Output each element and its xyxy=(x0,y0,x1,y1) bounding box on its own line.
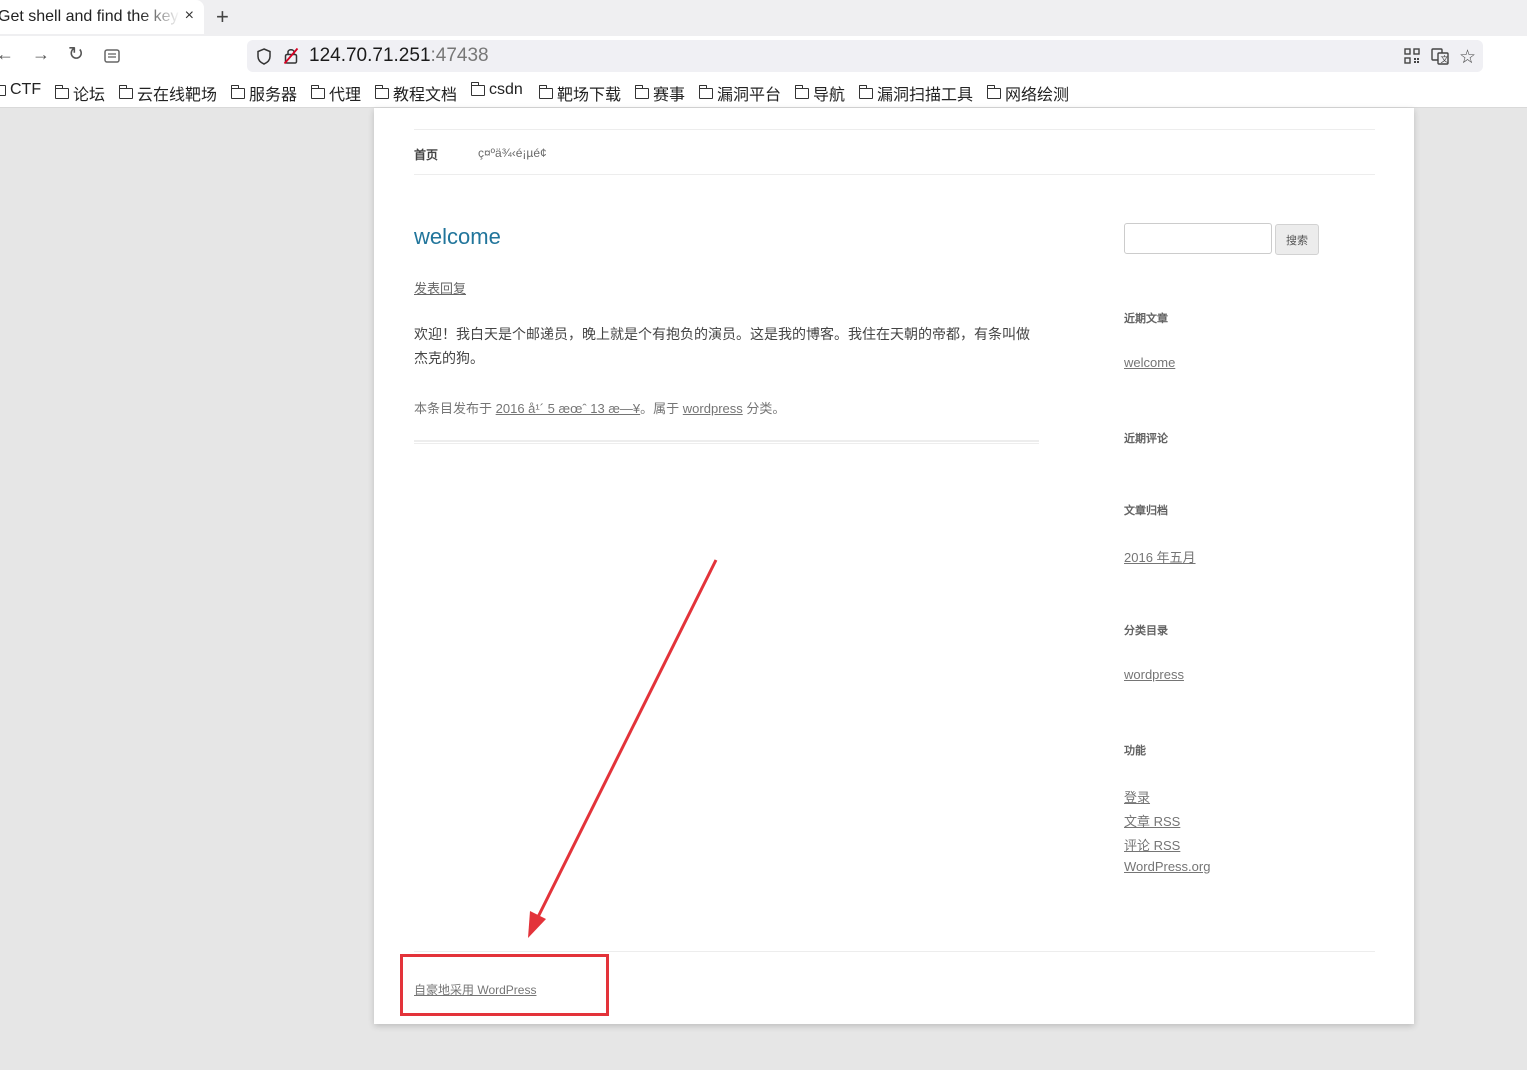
navigation-bar: ← → ↻ 124.70.71.251:47438 文 ☆ xyxy=(0,36,1527,76)
folder-icon xyxy=(470,81,485,96)
meta-prefix: 本条目发布于 xyxy=(414,401,493,416)
bookmarks-bar: CTF 论坛 云在线靶场 服务器 代理 教程文档 csdn 靶场下载 赛事 漏洞… xyxy=(0,76,1527,108)
folder-icon xyxy=(310,84,325,99)
menu-divider-bottom xyxy=(414,174,1375,175)
bookmark-star-icon[interactable]: ☆ xyxy=(1459,46,1476,69)
bookmark-folder[interactable]: 论坛 xyxy=(54,81,105,105)
recent-posts-title: 近期文章 xyxy=(1124,313,1168,325)
bookmark-folder[interactable]: 教程文档 xyxy=(374,81,457,105)
back-icon[interactable]: ← xyxy=(0,44,14,65)
menu-item-home[interactable]: 首页 xyxy=(414,146,438,163)
bookmark-folder[interactable]: CTF xyxy=(0,81,41,99)
categories-title: 分类目录 xyxy=(1124,625,1168,637)
recent-comments-title: 近期评论 xyxy=(1124,433,1168,445)
url-text[interactable]: 124.70.71.251:47438 xyxy=(309,45,489,67)
post-category-link[interactable]: wordpress xyxy=(683,401,743,416)
folder-icon xyxy=(858,84,873,99)
leave-reply-link[interactable]: 发表回复 xyxy=(414,278,466,297)
shield-icon[interactable] xyxy=(256,48,272,70)
folder-icon xyxy=(698,84,713,99)
bookmark-folder[interactable]: 漏洞平台 xyxy=(698,81,781,105)
search-button[interactable]: 搜索 xyxy=(1275,224,1319,255)
close-tab-icon[interactable]: × xyxy=(185,7,194,25)
bookmark-folder[interactable]: csdn xyxy=(470,81,523,99)
search-input[interactable] xyxy=(1124,223,1272,254)
folder-icon xyxy=(634,84,649,99)
bookmark-folder[interactable]: 服务器 xyxy=(230,81,297,105)
folder-icon xyxy=(54,84,69,99)
folder-icon xyxy=(0,84,6,96)
wordpress-org-link[interactable]: WordPress.org xyxy=(1124,859,1210,874)
browser-tab[interactable]: Get shell and find the key × xyxy=(0,0,204,34)
meta-widget-title: 功能 xyxy=(1124,745,1146,757)
post-title[interactable]: welcome xyxy=(414,224,501,250)
recent-post-link[interactable]: welcome xyxy=(1124,355,1175,370)
address-bar[interactable]: 124.70.71.251:47438 文 ☆ xyxy=(247,40,1483,72)
insecure-lock-icon[interactable] xyxy=(283,47,299,70)
folder-icon xyxy=(118,84,133,99)
svg-text:文: 文 xyxy=(1441,54,1449,64)
entry-divider xyxy=(414,440,1039,444)
post-content: 欢迎！我白天是个邮递员，晚上就是个有抱负的演员。这是我的博客。我住在天朝的帝都，… xyxy=(414,326,1030,366)
reload-icon[interactable]: ↻ xyxy=(68,43,84,66)
translate-icon[interactable]: 文 xyxy=(1431,48,1449,70)
bookmark-folder[interactable]: 导航 xyxy=(794,81,845,105)
post-date-link[interactable]: 2016 å¹´ 5 æœˆ 13 æ—¥ xyxy=(496,401,641,416)
archives-title: 文章归档 xyxy=(1124,505,1168,517)
tab-strip: Get shell and find the key × + xyxy=(0,0,1527,36)
folder-icon xyxy=(374,84,389,99)
forward-icon[interactable]: → xyxy=(32,44,50,65)
meta-mid: 。属于 xyxy=(640,401,680,416)
annotation-highlight-box xyxy=(400,954,609,1016)
bookmark-folder[interactable]: 赛事 xyxy=(634,81,685,105)
folder-icon xyxy=(230,84,245,99)
tab-title: Get shell and find the key xyxy=(0,8,179,25)
post-meta: 本条目发布于 2016 å¹´ 5 æœˆ 13 æ—¥。属于 wordpres… xyxy=(414,398,785,417)
menu-divider-top xyxy=(414,129,1375,130)
bookmark-folder[interactable]: 漏洞扫描工具 xyxy=(858,81,973,105)
bookmark-folder[interactable]: 代理 xyxy=(310,81,361,105)
bookmark-folder[interactable]: 网络绘测 xyxy=(986,81,1069,105)
bookmark-folder[interactable]: 云在线靶场 xyxy=(118,81,217,105)
new-tab-button[interactable]: + xyxy=(216,4,229,30)
category-link[interactable]: wordpress xyxy=(1124,667,1184,682)
bookmark-folder[interactable]: 靶场下载 xyxy=(538,81,621,105)
folder-icon xyxy=(986,84,1001,99)
folder-icon xyxy=(538,84,553,99)
footer-divider xyxy=(414,951,1375,952)
comments-rss-link[interactable]: 评论 RSS xyxy=(1124,835,1180,854)
archive-link[interactable]: 2016 年五月 xyxy=(1124,547,1196,566)
reader-view-icon[interactable] xyxy=(104,47,120,68)
menu-item-sample-page[interactable]: ç¤ºä¾‹é¡µé¢ xyxy=(478,146,547,160)
wordpress-page: 首页 ç¤ºä¾‹é¡µé¢ welcome 发表回复 欢迎！我白天是个邮递员，… xyxy=(374,108,1414,1024)
qr-code-icon[interactable] xyxy=(1404,48,1420,69)
meta-suffix: 分类。 xyxy=(746,401,786,416)
entries-rss-link[interactable]: 文章 RSS xyxy=(1124,811,1180,830)
folder-icon xyxy=(794,84,809,99)
login-link[interactable]: 登录 xyxy=(1124,787,1150,806)
